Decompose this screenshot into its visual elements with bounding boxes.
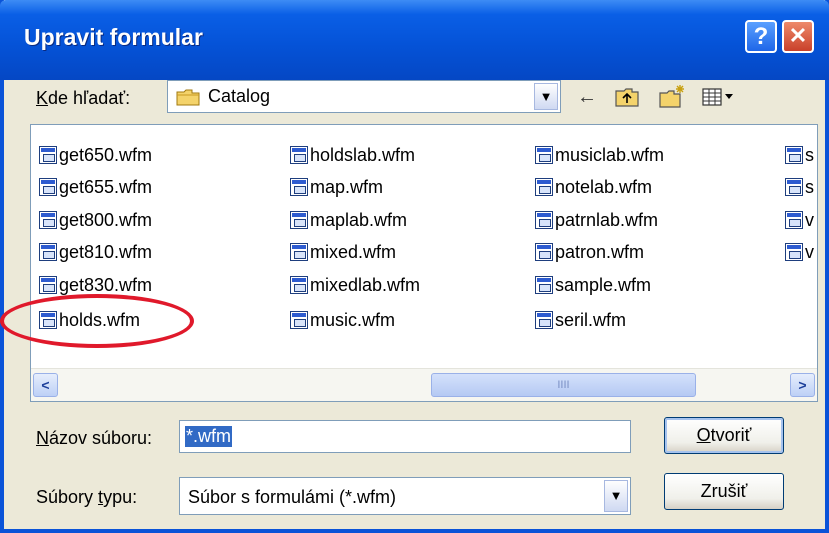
open-button[interactable]: Otvoriť xyxy=(664,417,784,454)
filename-label: Názov súboru: xyxy=(36,428,153,448)
file-item[interactable]: sample.wfm xyxy=(535,273,651,297)
file-item[interactable]: map.wfm xyxy=(290,175,383,199)
filename-input[interactable]: *.wfm xyxy=(179,420,631,453)
form-file-icon xyxy=(535,177,553,196)
file-item[interactable]: v xyxy=(785,240,814,264)
form-file-icon xyxy=(39,310,57,329)
filetype-value: Súbor s formulámi (*.wfm) xyxy=(188,487,397,507)
close-button[interactable]: ✕ xyxy=(782,20,814,53)
form-file-icon xyxy=(535,310,553,329)
form-file-icon xyxy=(290,210,308,229)
form-file-icon xyxy=(290,242,308,261)
file-item[interactable]: mixed.wfm xyxy=(290,240,396,264)
form-file-icon xyxy=(785,177,803,196)
file-item[interactable]: get830.wfm xyxy=(39,273,152,297)
dialog-title: Upravit formular xyxy=(24,24,203,50)
form-file-icon xyxy=(535,275,553,294)
views-menu-icon[interactable] xyxy=(701,84,735,110)
lookin-label: Kde hľadať: xyxy=(36,88,131,108)
help-button[interactable]: ? xyxy=(745,20,777,53)
file-item[interactable]: s xyxy=(785,175,814,199)
file-item[interactable]: patron.wfm xyxy=(535,240,644,264)
form-file-icon xyxy=(290,310,308,329)
filetype-label: Súbory typu: xyxy=(36,487,138,507)
file-list[interactable]: get650.wfm get655.wfm get800.wfm get810.… xyxy=(30,124,818,402)
lookin-value: Catalog xyxy=(208,86,271,106)
back-icon[interactable]: ← xyxy=(577,84,597,110)
form-file-icon xyxy=(39,145,57,164)
file-item[interactable]: get800.wfm xyxy=(39,208,152,232)
lookin-combo[interactable]: Catalog ▼ xyxy=(167,80,561,113)
cancel-button[interactable]: Zrušiť xyxy=(664,473,784,510)
file-item[interactable]: music.wfm xyxy=(290,308,395,332)
chevron-down-icon[interactable]: ▼ xyxy=(534,83,558,110)
file-item[interactable]: maplab.wfm xyxy=(290,208,407,232)
filename-value: *.wfm xyxy=(185,426,232,447)
file-item[interactable]: mixedlab.wfm xyxy=(290,273,420,297)
file-item-holds[interactable]: holds.wfm xyxy=(39,308,140,332)
open-form-dialog: Upravit formular ? ✕ Kde hľadať: Catalog… xyxy=(0,0,829,533)
form-file-icon xyxy=(290,145,308,164)
file-item[interactable]: notelab.wfm xyxy=(535,175,652,199)
form-file-icon xyxy=(39,275,57,294)
file-item[interactable]: get655.wfm xyxy=(39,175,152,199)
form-file-icon xyxy=(290,177,308,196)
file-item[interactable]: musiclab.wfm xyxy=(535,143,664,167)
horizontal-scrollbar[interactable]: < IIII > xyxy=(31,368,817,401)
form-file-icon xyxy=(39,210,57,229)
file-item[interactable]: v xyxy=(785,208,814,232)
form-file-icon xyxy=(39,177,57,196)
form-file-icon xyxy=(535,145,553,164)
file-item[interactable]: get650.wfm xyxy=(39,143,152,167)
new-folder-icon[interactable] xyxy=(658,84,686,110)
file-item[interactable]: s xyxy=(785,143,814,167)
form-file-icon xyxy=(785,145,803,164)
file-item[interactable]: get810.wfm xyxy=(39,240,152,264)
form-file-icon xyxy=(290,275,308,294)
folder-up-icon[interactable] xyxy=(614,84,640,110)
form-file-icon xyxy=(535,210,553,229)
form-file-icon xyxy=(535,242,553,261)
form-file-icon xyxy=(39,242,57,261)
scroll-left-button[interactable]: < xyxy=(33,373,58,397)
form-file-icon xyxy=(785,242,803,261)
scroll-thumb[interactable]: IIII xyxy=(431,373,696,397)
file-item[interactable]: holdslab.wfm xyxy=(290,143,415,167)
chevron-down-icon[interactable]: ▼ xyxy=(604,480,628,512)
filetype-select[interactable]: Súbor s formulámi (*.wfm) ▼ xyxy=(179,477,631,515)
folder-icon xyxy=(176,89,200,106)
title-bar[interactable]: Upravit formular ? ✕ xyxy=(0,0,829,80)
file-item[interactable]: seril.wfm xyxy=(535,308,626,332)
form-file-icon xyxy=(785,210,803,229)
scroll-right-button[interactable]: > xyxy=(790,373,815,397)
file-item[interactable]: patrnlab.wfm xyxy=(535,208,658,232)
